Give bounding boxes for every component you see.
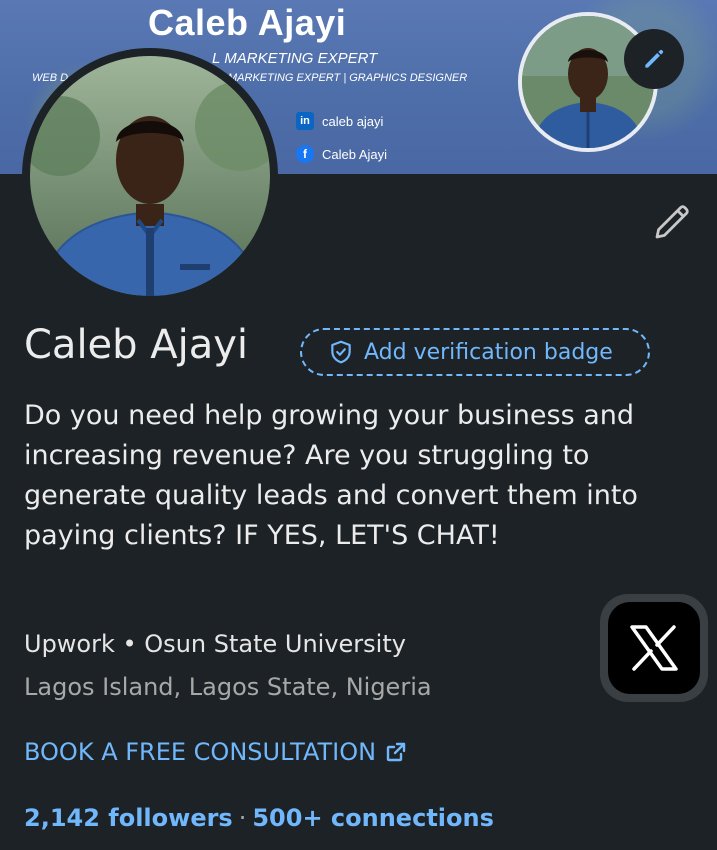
banner-tagline-right: MARKETING EXPERT | GRAPHICS DESIGNER: [228, 72, 468, 84]
facebook-handle: Caleb Ajayi: [322, 146, 388, 162]
banner-facebook: f Caleb Ajayi: [296, 145, 387, 163]
profile-headline: Do you need help growing your business a…: [24, 400, 638, 551]
company-education[interactable]: Upwork • Osun State University: [24, 630, 406, 658]
shield-check-icon: [331, 340, 351, 364]
verification-label: Add verification badge: [364, 339, 613, 365]
profile-name: Caleb Ajayi: [24, 322, 249, 368]
followers-link[interactable]: 2,142 followers: [24, 804, 233, 832]
connections-link[interactable]: 500+ connections: [252, 804, 494, 832]
x-logo-icon: [630, 625, 678, 671]
banner-title: Caleb Ajayi: [148, 2, 347, 43]
banner-subtitle: L MARKETING EXPERT: [212, 50, 378, 67]
avatar-photo: [30, 56, 270, 296]
external-link-icon: [386, 742, 406, 762]
consultation-label: BOOK A FREE CONSULTATION: [24, 738, 377, 766]
pencil-icon: [655, 205, 689, 239]
profile-avatar[interactable]: [22, 48, 278, 304]
linkedin-icon: in: [296, 112, 314, 130]
banner-linkedin: in caleb ajayi: [296, 112, 383, 130]
profile-location: Lagos Island, Lagos State, Nigeria: [24, 673, 432, 701]
book-consultation-link[interactable]: BOOK A FREE CONSULTATION: [24, 738, 408, 766]
edit-profile-button[interactable]: [648, 198, 696, 246]
x-floating-button[interactable]: [600, 594, 708, 702]
stats-separator: ·: [238, 804, 247, 832]
edit-banner-button[interactable]: [624, 29, 684, 89]
linkedin-handle: caleb ajayi: [322, 113, 384, 129]
pencil-icon: [645, 49, 664, 68]
add-verification-badge-button[interactable]: Add verification badge: [300, 328, 650, 376]
facebook-icon: f: [296, 145, 314, 163]
network-stats: 2,142 followers · 500+ connections: [24, 804, 494, 832]
